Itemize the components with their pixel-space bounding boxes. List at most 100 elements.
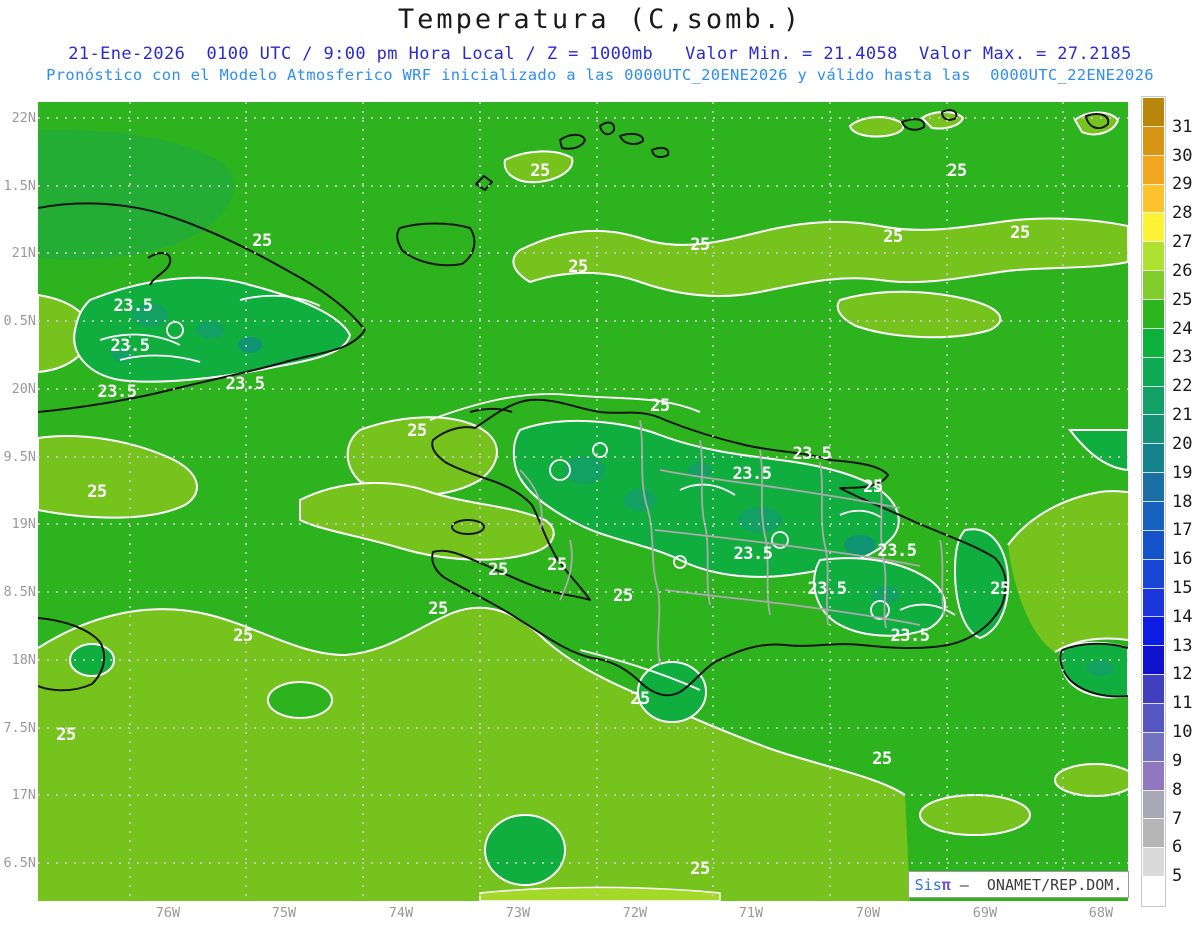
contour-value-label: 23.5	[225, 374, 265, 394]
colorbar-cell-16	[1143, 558, 1164, 588]
colorbar-tick-17: 17	[1172, 520, 1193, 541]
colorbar-cell-9	[1143, 356, 1164, 386]
lon-label-73W: 73W	[505, 905, 531, 921]
lon-label-68W: 68W	[1088, 905, 1114, 921]
lat-label-20N: 20N	[11, 381, 36, 397]
credit-pi-icon: π	[941, 875, 951, 894]
colorbar-tick-31: 31	[1172, 116, 1193, 137]
lat-label-1.5N: 1.5N	[3, 178, 36, 194]
lat-label-7.5N: 7.5N	[3, 720, 36, 736]
colorbar-cell-27	[1143, 876, 1164, 906]
colorbar-tick-5: 5	[1172, 866, 1183, 887]
colorbar-tick-9: 9	[1172, 750, 1183, 771]
contour-value-label: 23.5	[792, 444, 832, 464]
colorbar-tick-14: 14	[1172, 606, 1193, 627]
colorbar-cell-8	[1143, 327, 1164, 357]
colorbar-tick-22: 22	[1172, 376, 1193, 397]
lon-label-75W: 75W	[271, 905, 297, 921]
credit-sis: Sis	[914, 875, 942, 894]
contour-value-label: 25	[690, 235, 710, 255]
contour-value-label: 23.5	[877, 541, 917, 561]
colorbar-tick-24: 24	[1172, 318, 1193, 339]
lat-label-21N: 21N	[11, 245, 36, 261]
warm-strip-26-27	[479, 886, 721, 901]
sea-hole	[267, 681, 333, 719]
colorbar-cell-18	[1143, 616, 1164, 646]
contour-value-label: 25	[872, 749, 892, 769]
lon-label-72W: 72W	[622, 905, 648, 921]
colorbar-tick-8: 8	[1172, 779, 1183, 800]
colorbar-tick-29: 29	[1172, 174, 1193, 195]
colorbar-tick-15: 15	[1172, 577, 1193, 598]
colorbar-tick-7: 7	[1172, 808, 1183, 829]
contour-value-label: 25	[947, 161, 967, 181]
lon-label-74W: 74W	[388, 905, 414, 921]
colorbar-cells	[1143, 98, 1164, 906]
colorbar-tick-25: 25	[1172, 289, 1193, 310]
colorbar-tick-16: 16	[1172, 549, 1193, 570]
colorbar-cell-20	[1143, 674, 1164, 704]
colorbar-tick-21: 21	[1172, 405, 1193, 426]
colorbar-cell-24	[1143, 789, 1164, 819]
colorbar-cell-17	[1143, 587, 1164, 617]
lat-label-0.5N: 0.5N	[3, 313, 36, 329]
contour-value-label: 25	[428, 599, 448, 619]
lat-label-19N: 19N	[11, 516, 36, 532]
contour-value-label: 25	[863, 477, 883, 497]
contour-value-label: 23.5	[807, 579, 847, 599]
colorbar-cell-15	[1143, 529, 1164, 559]
contour-value-label: 25	[630, 689, 650, 709]
colorbar-tick-20: 20	[1172, 433, 1193, 454]
forecast-valid-time-line: 21-Ene-2026 0100 UTC / 9:00 pm Hora Loca…	[68, 44, 1132, 64]
contour-value-label: 25	[488, 560, 508, 580]
colorbar-tick-12: 12	[1172, 664, 1193, 685]
colorbar-cell-6	[1143, 270, 1164, 300]
contour-value-label: 25	[233, 626, 253, 646]
colorbar-cell-19	[1143, 645, 1164, 675]
colorbar-cell-14	[1143, 501, 1164, 530]
colorbar-tick-27: 27	[1172, 232, 1193, 253]
colorbar-tick-13: 13	[1172, 635, 1193, 656]
model-init-line: Pronóstico con el Modelo Atmosferico WRF…	[46, 66, 1154, 84]
lon-label-76W: 76W	[155, 905, 181, 921]
lon-label-71W: 71W	[738, 905, 764, 921]
contour-value-label: 23.5	[732, 464, 772, 484]
colorbar-cell-26	[1143, 847, 1164, 877]
colorbar-cell-10	[1143, 385, 1164, 415]
contour-value-label: 25	[568, 257, 588, 277]
contour-value-label: 25	[883, 227, 903, 247]
colorbar-cell-1	[1143, 125, 1164, 155]
lat-label-22N: 22N	[11, 110, 36, 126]
colorbar-cell-5	[1143, 241, 1164, 271]
colorbar-tick-19: 19	[1172, 462, 1193, 483]
credit-org: – ONAMET/REP.DOM.	[950, 875, 1123, 894]
colorbar-tick-6: 6	[1172, 837, 1183, 858]
colorbar	[1141, 96, 1166, 907]
lon-label-70W: 70W	[855, 905, 881, 921]
contour-value-label: 23.5	[97, 382, 137, 402]
colorbar-tick-11: 11	[1172, 693, 1193, 714]
lat-label-17N: 17N	[11, 787, 36, 803]
temperature-map: 25 25 25 25 25 25 25 25 25 25 25 25 25 25 25 25 25 25 25 25…	[38, 102, 1128, 901]
contour-value-label: 25	[407, 421, 427, 441]
lat-label-18N: 18N	[11, 652, 36, 668]
colorbar-tick-18: 18	[1172, 491, 1193, 512]
map-canvas	[38, 102, 1128, 901]
contour-value-label: 23.5	[890, 626, 930, 646]
contour-value-label: 25	[87, 482, 107, 502]
contour-value-label: 25	[56, 725, 76, 745]
contour-value-label: 25	[690, 859, 710, 879]
contour-value-label: 25	[613, 586, 633, 606]
contour-value-label: 25	[252, 231, 272, 251]
contour-value-label: 25	[650, 396, 670, 416]
page-title: Temperatura (C,somb.)	[397, 4, 803, 35]
colorbar-cell-21	[1143, 703, 1164, 732]
contour-value-label: 25	[530, 161, 550, 181]
colorbar-tick-28: 28	[1172, 203, 1193, 224]
contour-value-label: 23.5	[113, 296, 153, 316]
colorbar-cell-11	[1143, 414, 1164, 444]
colorbar-cell-12	[1143, 443, 1164, 473]
contour-value-label: 25	[547, 555, 567, 575]
colorbar-cell-23	[1143, 760, 1164, 790]
colorbar-tick-26: 26	[1172, 260, 1193, 281]
